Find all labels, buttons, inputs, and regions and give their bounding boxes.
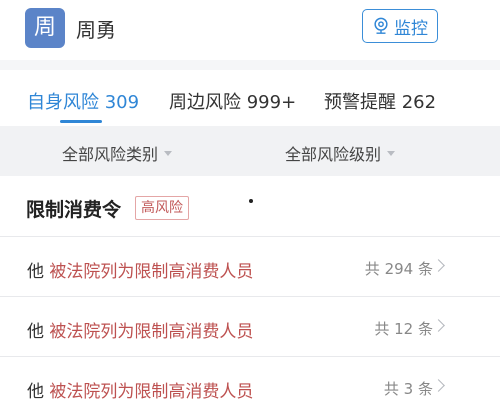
count-value: 3 bbox=[403, 380, 414, 398]
list-item-text: 他 被法院列为限制高消费人员 bbox=[27, 377, 253, 402]
webcam-icon bbox=[374, 17, 388, 34]
stray-dot bbox=[249, 199, 253, 203]
section-header: 限制消费令 高风险 bbox=[0, 176, 500, 236]
person-name: 周勇 bbox=[76, 18, 116, 42]
tab-self-risk[interactable]: 自身风险 309 bbox=[27, 88, 139, 114]
tab-alerts[interactable]: 预警提醒 262 bbox=[324, 88, 436, 114]
filter-risk-level-label: 全部风险级别 bbox=[285, 145, 382, 164]
list-item-subject: 他 bbox=[27, 262, 44, 282]
count-prefix: 共 bbox=[374, 320, 390, 338]
filter-risk-level[interactable]: 全部风险级别 bbox=[285, 141, 396, 165]
count-suffix: 条 bbox=[417, 380, 433, 398]
active-tab-indicator bbox=[60, 120, 102, 123]
monitor-button[interactable]: 监控 bbox=[362, 9, 438, 43]
list-item-text: 他 被法院列为限制高消费人员 bbox=[27, 317, 253, 342]
count-prefix: 共 bbox=[383, 380, 399, 398]
filter-bar: 全部风险类别 全部风险级别 bbox=[0, 126, 500, 176]
list-item-count: 共 3 条 bbox=[384, 378, 433, 399]
list-item-subject: 他 bbox=[27, 322, 44, 342]
tab-surrounding-risk[interactable]: 周边风险 999+ bbox=[169, 88, 296, 114]
risk-tabs: 自身风险 309 周边风险 999+ 预警提醒 262 bbox=[0, 70, 500, 126]
avatar: 周 bbox=[25, 8, 65, 48]
filter-risk-category[interactable]: 全部风险类别 bbox=[62, 141, 173, 165]
filter-risk-category-label: 全部风险类别 bbox=[62, 145, 159, 164]
list-item-description: 被法院列为限制高消费人员 bbox=[49, 262, 254, 282]
caret-down-icon bbox=[387, 150, 396, 156]
list-item-text: 他 被法院列为限制高消费人员 bbox=[27, 257, 253, 282]
list-item[interactable]: 他 被法院列为限制高消费人员 共 3 条 bbox=[0, 356, 500, 410]
caret-down-icon bbox=[164, 150, 173, 156]
separator-band bbox=[0, 60, 500, 70]
list-item[interactable]: 他 被法院列为限制高消费人员 共 294 条 bbox=[0, 236, 500, 296]
count-prefix: 共 bbox=[364, 260, 380, 278]
list-item-subject: 他 bbox=[27, 382, 44, 402]
count-value: 294 bbox=[384, 260, 414, 278]
chevron-right-icon bbox=[432, 379, 445, 392]
list-item-description: 被法院列为限制高消费人员 bbox=[49, 382, 254, 402]
count-suffix: 条 bbox=[417, 260, 433, 278]
section-title: 限制消费令 bbox=[26, 199, 122, 221]
list-item[interactable]: 他 被法院列为限制高消费人员 共 12 条 bbox=[0, 296, 500, 356]
list-item-count: 共 294 条 bbox=[365, 258, 433, 279]
count-suffix: 条 bbox=[417, 320, 433, 338]
risk-level-badge: 高风险 bbox=[135, 196, 189, 220]
list-item-count: 共 12 条 bbox=[374, 318, 433, 339]
count-value: 12 bbox=[394, 320, 414, 338]
chevron-right-icon bbox=[432, 319, 445, 332]
monitor-button-label: 监控 bbox=[394, 18, 428, 39]
chevron-right-icon bbox=[432, 259, 445, 272]
list-item-description: 被法院列为限制高消费人员 bbox=[49, 322, 254, 342]
profile-header: 周 周勇 监控 bbox=[0, 0, 500, 60]
